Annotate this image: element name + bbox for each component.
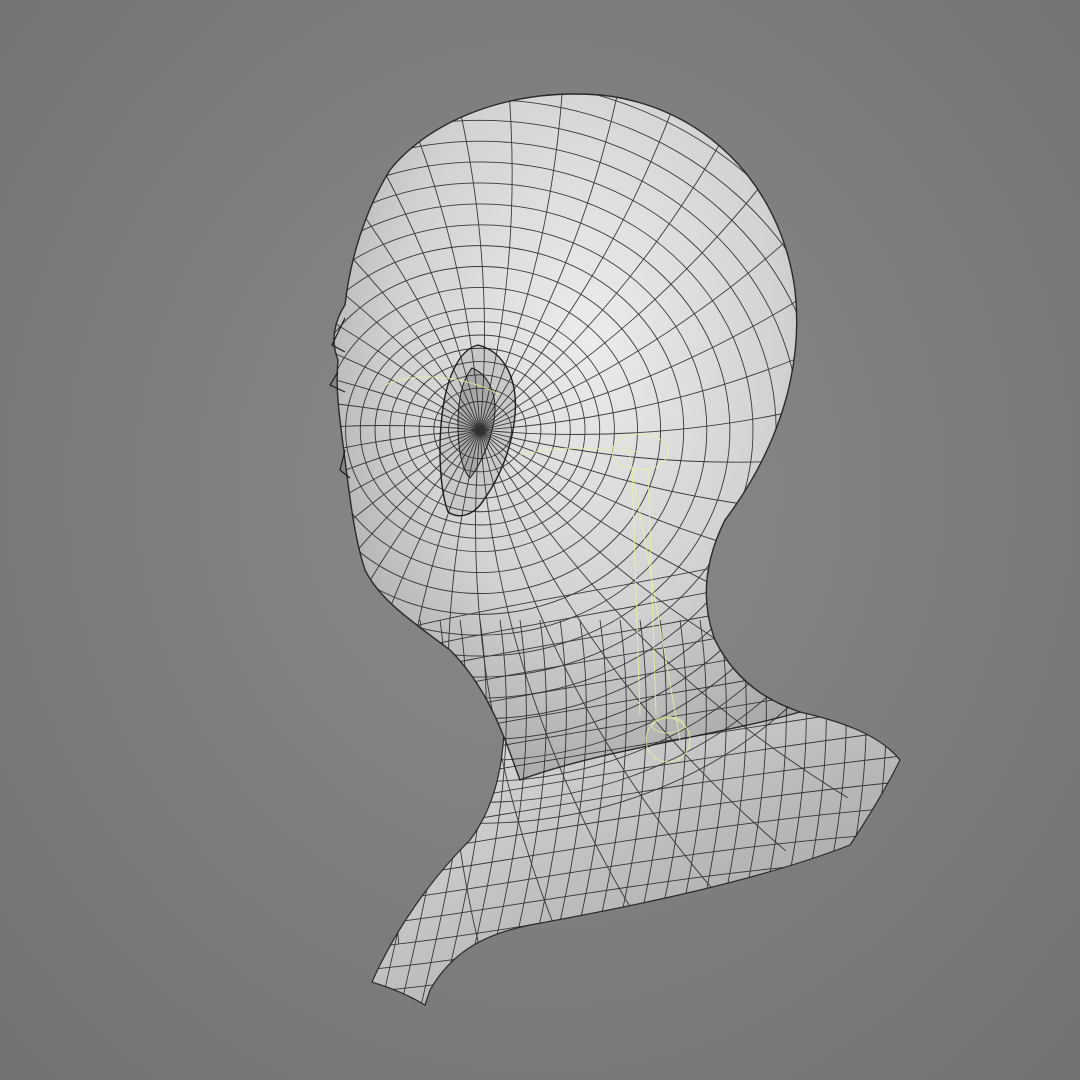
3d-viewport[interactable] [0,0,1080,1080]
wireframe-band [879,619,900,1005]
head-model[interactable] [0,0,1080,1080]
